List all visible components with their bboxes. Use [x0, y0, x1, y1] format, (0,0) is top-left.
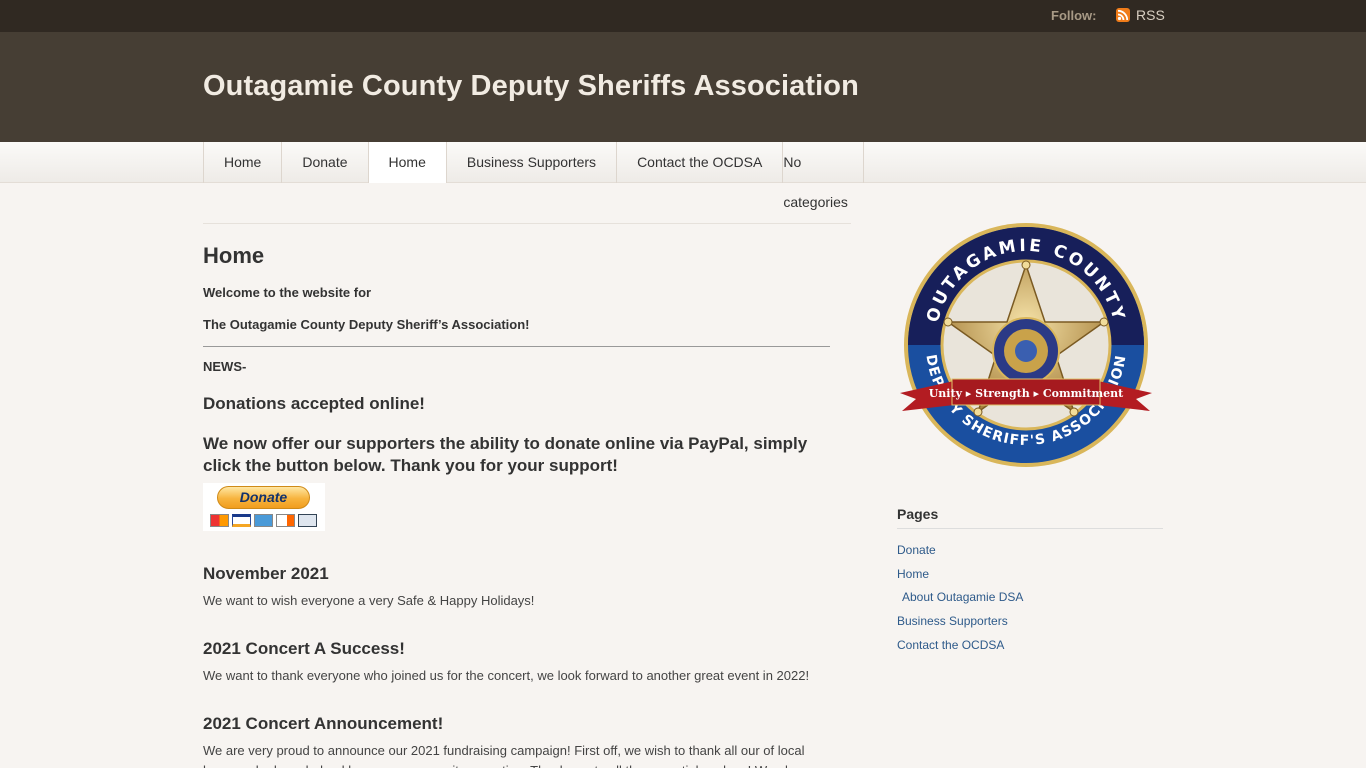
post-body: We want to thank everyone who joined us …	[203, 668, 810, 683]
rss-label: RSS	[1136, 7, 1165, 23]
page-link-home[interactable]: Home	[897, 567, 929, 581]
svg-text:Unity ▸ Strength ▸ Commitment: Unity ▸ Strength ▸ Commitment	[929, 387, 1124, 400]
page-link-contact[interactable]: Contact the OCDSA	[897, 638, 1004, 652]
payment-cards	[210, 514, 317, 527]
follow-label: Follow:	[1051, 8, 1097, 23]
list-item: Business Supporters	[897, 614, 1023, 638]
donations-text: We now offer our supporters the ability …	[203, 434, 808, 475]
nav-no-categories[interactable]: No categories	[782, 142, 865, 210]
post-title[interactable]: November 2021	[203, 564, 851, 584]
page-link-donate[interactable]: Donate	[897, 543, 936, 557]
bank-icon	[298, 514, 317, 527]
mastercard-icon	[210, 514, 229, 527]
site-title[interactable]: Outagamie County Deputy Sheriffs Associa…	[203, 70, 859, 103]
divider	[203, 346, 830, 347]
donations-heading: Donations accepted online!	[203, 394, 425, 413]
paypal-donate-button[interactable]: Donate	[203, 483, 325, 531]
rss-icon	[1116, 8, 1130, 22]
main-content: Home Welcome to the website for The Outa…	[203, 223, 851, 768]
page-title: Home	[203, 243, 265, 268]
page-link-about[interactable]: About Outagamie DSA	[902, 590, 1023, 604]
main-navigation: Home Donate Home Business Supporters Con…	[0, 142, 1366, 210]
nav-home[interactable]: Home	[203, 142, 281, 183]
list-item: Donate	[897, 543, 1023, 567]
welcome-line-1: Welcome to the website for	[203, 285, 372, 300]
post-title[interactable]: 2021 Concert Announcement!	[203, 714, 851, 734]
nav-home-active[interactable]: Home	[367, 142, 446, 183]
list-item: Home	[897, 567, 1023, 591]
amex-icon	[254, 514, 273, 527]
discover-icon	[276, 514, 295, 527]
pages-heading: Pages	[897, 506, 1163, 529]
news-label: NEWS-	[203, 359, 247, 374]
visa-icon	[232, 514, 251, 527]
pages-list: Donate Home About Outagamie DSA Business…	[897, 543, 1023, 661]
nav-business-supporters[interactable]: Business Supporters	[445, 142, 616, 183]
welcome-line-2: The Outagamie County Deputy Sheriff’s As…	[203, 317, 530, 332]
post-body: We are very proud to announce our 2021 f…	[203, 743, 805, 768]
list-item: Contact the OCDSA	[897, 638, 1023, 662]
rss-link[interactable]: RSS	[1116, 7, 1165, 23]
association-logo: OUTAGAMIE COUNTY DEPUTY SHERIFF'S ASSOCI…	[898, 221, 1154, 476]
list-item: About Outagamie DSA	[897, 590, 1023, 614]
post-body: We want to wish everyone a very Safe & H…	[203, 593, 535, 608]
nav-donate[interactable]: Donate	[281, 142, 367, 183]
site-header: Outagamie County Deputy Sheriffs Associa…	[0, 32, 1366, 142]
page-link-business-supporters[interactable]: Business Supporters	[897, 614, 1008, 628]
post-title[interactable]: 2021 Concert A Success!	[203, 639, 851, 659]
donate-pill: Donate	[217, 486, 310, 509]
top-bar: Follow: RSS	[0, 0, 1366, 32]
nav-contact[interactable]: Contact the OCDSA	[616, 142, 782, 183]
